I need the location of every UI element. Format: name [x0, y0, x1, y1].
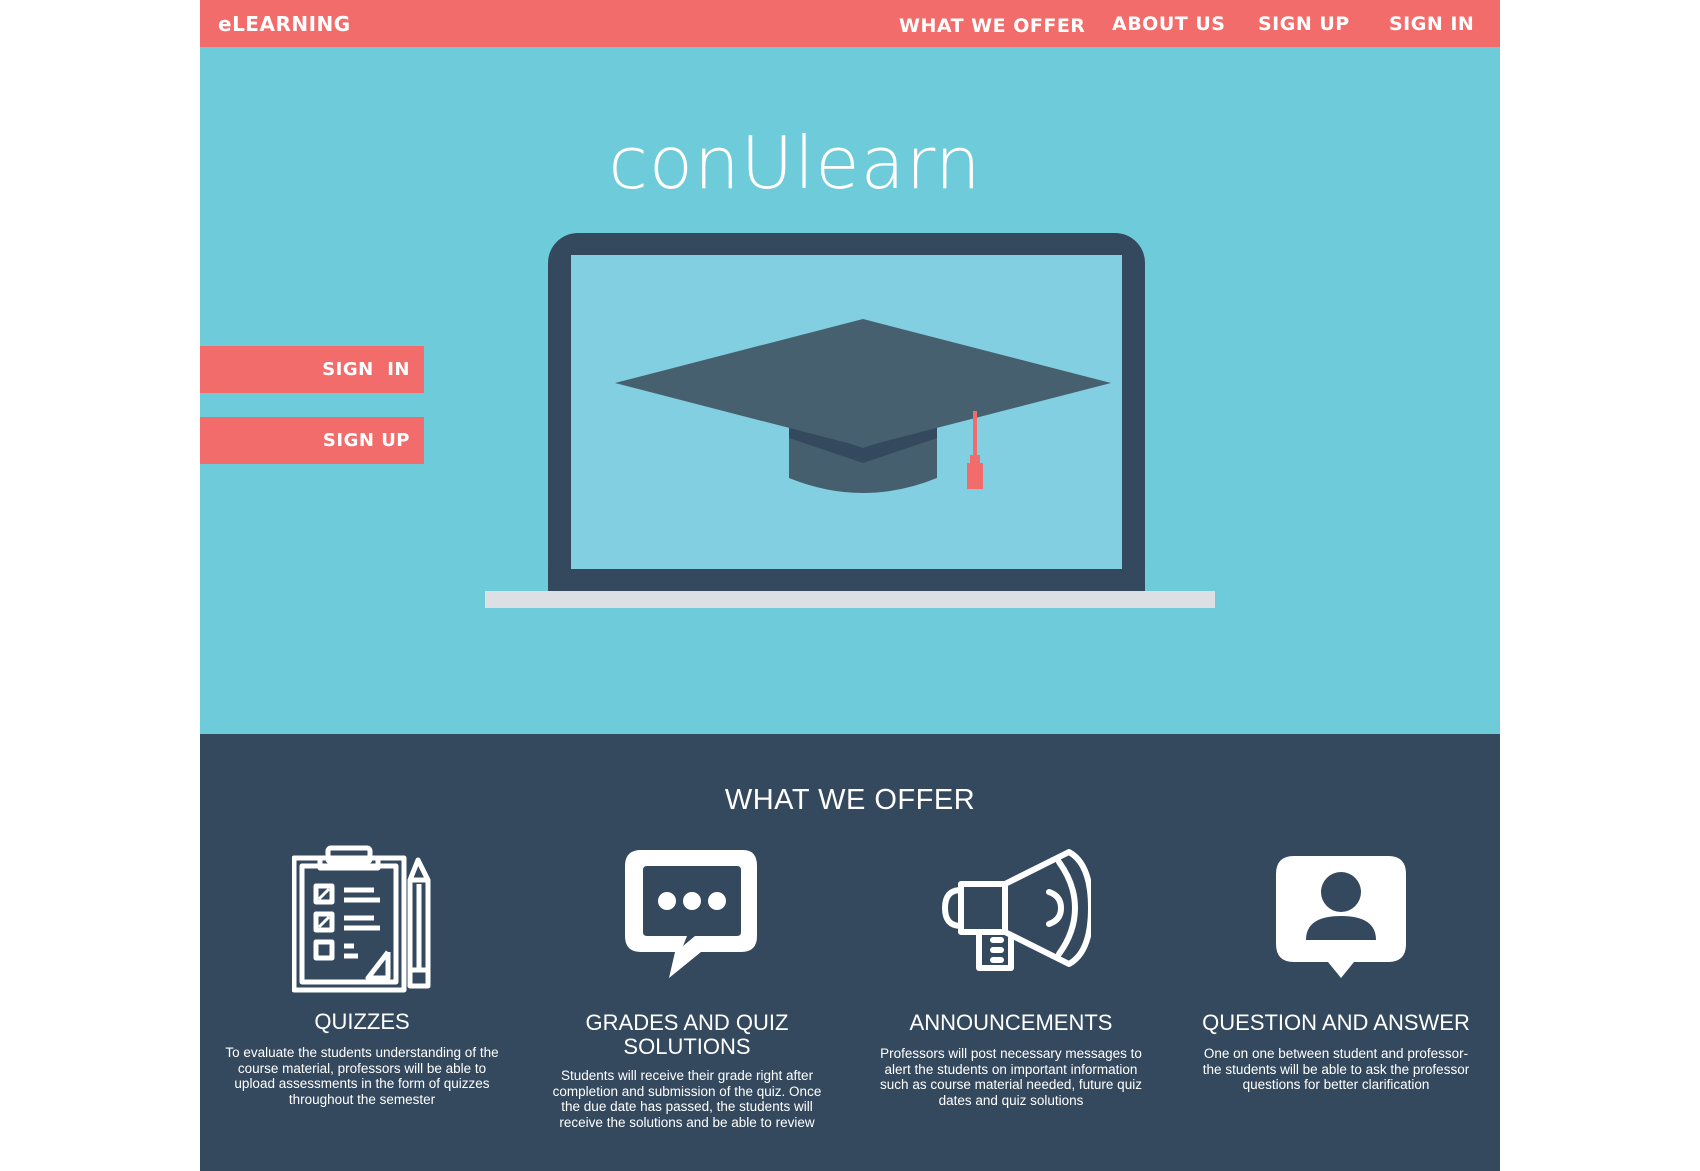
feature-announcements: ANNOUNCEMENTS Professors will post neces… [861, 734, 1161, 1171]
page: eLEARNING WHAT WE OFFER ABOUT US SIGN UP… [200, 0, 1500, 1171]
nav-sign-up[interactable]: SIGN UP [1258, 13, 1350, 35]
feature-description: One on one between student and professor… [1202, 1046, 1470, 1092]
laptop-graduation-cap-illustration [485, 233, 1215, 608]
chat-bubble-icon [625, 850, 757, 978]
clipboard-checklist-icon [292, 845, 431, 993]
megaphone-icon [942, 849, 1091, 971]
brand-logo[interactable]: eLEARNING [218, 12, 351, 36]
hero-section: conUlearn SIGN IN SIGN UP [200, 47, 1500, 734]
feature-grades-and-quiz-solutions: GRADES AND QUIZ SOLUTIONS Students will … [537, 734, 837, 1171]
feature-title: ANNOUNCEMENTS [909, 1010, 1113, 1035]
feature-title: GRADES AND QUIZ SOLUTIONS [585, 1010, 789, 1059]
feature-title: QUIZZES [314, 1009, 410, 1034]
sign-up-button[interactable]: SIGN UP [200, 417, 424, 464]
what-we-offer-section: WHAT WE OFFER QUIZZES To evaluate the st… [200, 734, 1500, 1171]
feature-title: QUESTION AND ANSWER [1202, 1010, 1470, 1035]
nav-sign-in[interactable]: SIGN IN [1389, 13, 1474, 35]
nav-about-us[interactable]: ABOUT US [1112, 13, 1225, 35]
feature-question-and-answer: QUESTION AND ANSWER One on one between s… [1186, 734, 1486, 1171]
feature-description: Professors will post necessary messages … [880, 1046, 1142, 1108]
feature-description: Students will receive their grade right … [552, 1068, 822, 1130]
nav-what-we-offer[interactable]: WHAT WE OFFER [899, 15, 1085, 37]
feature-quizzes: QUIZZES To evaluate the students underst… [212, 734, 512, 1171]
feature-description: To evaluate the students understanding o… [225, 1045, 499, 1107]
hero-title: conUlearn [608, 121, 982, 205]
sign-in-button[interactable]: SIGN IN [200, 346, 424, 393]
user-speech-icon [1276, 856, 1406, 978]
top-nav: eLEARNING WHAT WE OFFER ABOUT US SIGN UP… [200, 0, 1500, 47]
